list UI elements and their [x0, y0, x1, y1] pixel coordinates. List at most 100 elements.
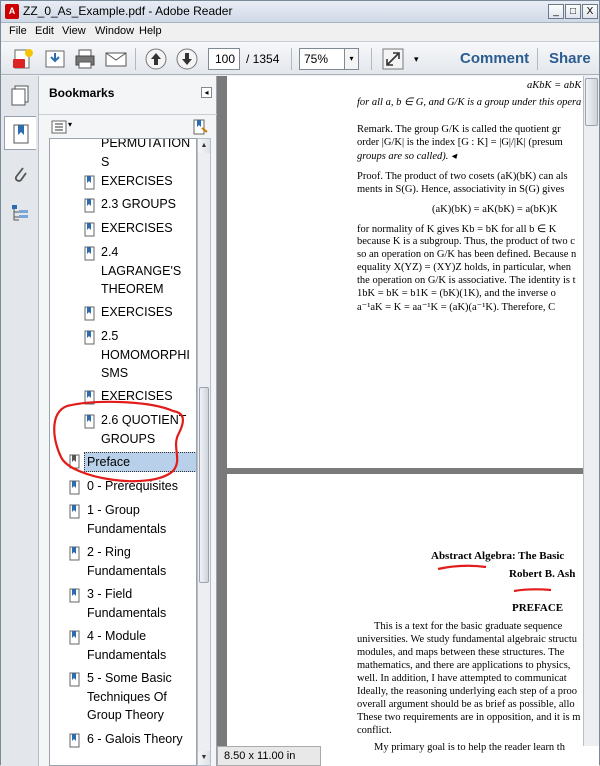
collapse-panel-button[interactable]: ◂ [201, 87, 212, 98]
page-text-line: modules, and maps between these structur… [357, 647, 565, 658]
bookmark-icon [84, 222, 95, 237]
bookmark-item-selected[interactable]: Preface [87, 453, 130, 472]
page-text-line: well. In addition, I have attempted to c… [357, 673, 567, 684]
menu-window[interactable]: Window [95, 25, 134, 37]
bookmark-item[interactable]: EXERCISES [101, 387, 173, 406]
bookmark-item[interactable]: 6 - Galois Theory [87, 730, 183, 749]
prev-page-icon[interactable] [144, 47, 168, 71]
print-icon[interactable] [73, 47, 97, 71]
bookmark-item[interactable]: 5 - Some Basic Techniques Of Group Theor… [87, 669, 172, 725]
share-button[interactable]: Share [549, 50, 591, 67]
bookmark-label: S [101, 154, 110, 169]
create-pdf-icon[interactable] [11, 47, 35, 71]
page-text-line: a⁻¹aK = K = aa⁻¹K = (aK)(a⁻¹K). Therefor… [357, 302, 556, 313]
document-scroll-thumb[interactable] [585, 78, 598, 126]
bookmark-item[interactable]: 3 - Field Fundamentals [87, 585, 166, 622]
save-icon[interactable] [43, 47, 67, 71]
layers-icon[interactable] [9, 202, 31, 224]
bookmark-item[interactable]: EXERCISES [101, 172, 173, 191]
toolbar-options-chevron-icon[interactable]: ▾ [414, 54, 419, 65]
options-menu-icon[interactable] [51, 119, 67, 135]
bookmark-label: Fundamentals [87, 605, 167, 620]
page-text-line: ments in S(G). Hence, associativity in S… [357, 184, 565, 195]
bookmark-item[interactable]: 2.5 HOMOMORPHI SMS [101, 327, 190, 383]
page-size-status: 8.50 x 11.00 in [217, 746, 321, 766]
adobe-reader-icon: A [5, 4, 19, 19]
bookmark-label: THEOREM [101, 282, 164, 296]
page-text-line: (aK)(bK) = aK(bK) = a(bK)K [432, 204, 558, 215]
bookmark-label: 5 - Some Basic [87, 671, 172, 685]
bookmark-label: EXERCISES [101, 174, 173, 188]
menu-view[interactable]: View [62, 25, 86, 37]
navigation-pane-strip [1, 76, 39, 766]
menu-file[interactable]: File [9, 25, 27, 37]
expand-icon[interactable] [381, 47, 405, 71]
bookmark-label: 2.4 [101, 245, 119, 259]
bookmark-label: HOMOMORPHI [101, 347, 190, 362]
find-bookmark-icon[interactable] [191, 118, 209, 136]
bookmark-icon [69, 733, 80, 748]
attachment-icon[interactable] [9, 164, 31, 186]
page-text-line: aKbK = abK [527, 80, 582, 91]
page-text-line: for all a, b ∈ G, and G/K is a group und… [357, 97, 582, 108]
bookmark-icon [69, 546, 80, 561]
bookmarks-scrollbar[interactable]: ▲ ▼ [197, 138, 211, 766]
bookmark-label: 2 - Ring [87, 545, 131, 559]
zoom-dropdown-button[interactable]: ▾ [345, 48, 359, 70]
bookmark-label: Fundamentals [87, 563, 167, 578]
bookmark-icon [84, 306, 95, 321]
page-text-line: Ideally, the reasoning underlying each s… [357, 686, 578, 697]
minimize-button[interactable]: _ [548, 4, 564, 19]
bookmark-item[interactable]: PERMUTATION S [101, 138, 191, 171]
page-text-line: universities. We study fundamental algeb… [357, 634, 577, 645]
page-text-line: because K is a subgroup. Thus, the produ… [357, 236, 575, 247]
page-number-input[interactable] [208, 48, 240, 70]
bookmark-label: 6 - Galois Theory [87, 732, 183, 746]
bookmark-label: PERMUTATION [101, 138, 191, 150]
next-page-icon[interactable] [175, 47, 199, 71]
bookmark-item[interactable]: EXERCISES [101, 219, 173, 238]
bookmark-icon [84, 198, 95, 213]
bookmark-label: EXERCISES [101, 305, 173, 319]
pages-icon[interactable] [9, 84, 31, 106]
bookmark-item[interactable]: 2 - Ring Fundamentals [87, 543, 166, 580]
bookmark-item[interactable]: EXERCISES [101, 303, 173, 322]
close-button[interactable]: X [582, 4, 598, 19]
bookmark-label: 3 - Field [87, 587, 133, 601]
document-view[interactable]: aKbK = abK for all a, b ∈ G, and G/K is … [217, 76, 599, 766]
email-icon[interactable] [104, 47, 128, 71]
bookmark-label: Group Theory [87, 708, 164, 722]
scroll-up-arrow-icon[interactable]: ▲ [198, 139, 210, 153]
options-chevron-icon[interactable]: ▾ [68, 120, 72, 129]
menu-edit[interactable]: Edit [35, 25, 54, 37]
scroll-down-arrow-icon[interactable]: ▼ [198, 751, 210, 765]
bookmark-item[interactable]: 2.6 QUOTIENT GROUPS [101, 411, 186, 448]
page-text-line: order |G/K| is the index [G : K] = |G|/|… [357, 137, 563, 148]
bookmark-label: EXERCISES [101, 221, 173, 235]
bookmark-item[interactable]: 4 - Module Fundamentals [87, 627, 166, 664]
bookmarks-tab[interactable] [4, 116, 36, 150]
preface-heading: PREFACE [512, 602, 564, 614]
bookmark-item[interactable]: 2.3 GROUPS [101, 195, 176, 214]
bookmarks-scroll-thumb[interactable] [199, 387, 209, 583]
zoom-input[interactable] [299, 48, 345, 70]
document-scrollbar[interactable] [583, 76, 599, 746]
maximize-button[interactable]: □ [565, 4, 581, 19]
bookmark-label: GROUPS [101, 431, 156, 446]
bookmarks-panel: Bookmarks ◂ ▾ PERMUTATION S EXERCISES 2.… [39, 76, 217, 766]
bookmark-item[interactable]: 1 - Group Fundamentals [87, 501, 166, 538]
bookmark-item[interactable]: 0 - Prerequisites [87, 477, 178, 496]
toolbar: / 1354 ▾ ▾ Comment Share [1, 41, 599, 75]
bookmark-item[interactable]: 2.4 LAGRANGE'S THEOREM [101, 243, 181, 299]
page-text-line: 1bK = bK = b1K = (bK)(1K), and the inver… [357, 288, 556, 299]
menu-help[interactable]: Help [139, 25, 162, 37]
pdf-page-preface: Abstract Algebra: The Basic Robert B. As… [227, 474, 599, 766]
bookmark-label: Preface [87, 455, 131, 469]
bookmark-icon [84, 246, 95, 261]
pdf-page-previous: aKbK = abK for all a, b ∈ G, and G/K is … [227, 76, 599, 468]
page-total-label: / 1354 [246, 52, 280, 66]
bookmark-icon [69, 504, 80, 519]
comment-button[interactable]: Comment [460, 50, 529, 67]
reader-window: A ZZ_0_As_Example.pdf - Adobe Reader _ □… [0, 0, 600, 766]
bookmark-label: SMS [101, 366, 129, 380]
